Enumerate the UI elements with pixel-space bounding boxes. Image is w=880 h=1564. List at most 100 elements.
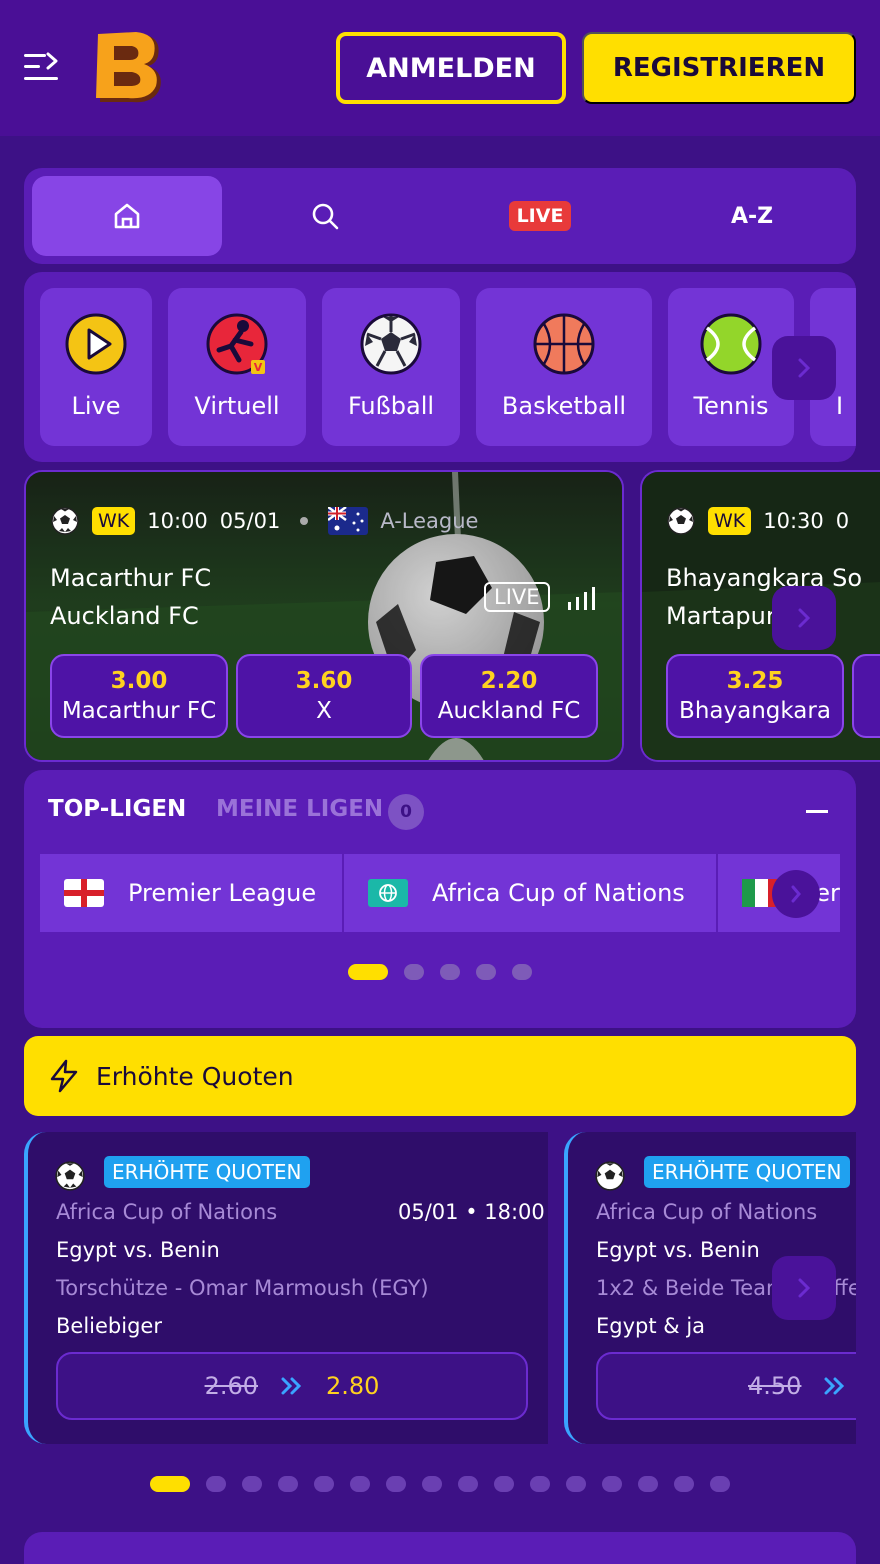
chevron-right-icon: [798, 1278, 811, 1298]
away-team: Auckland FC: [50, 602, 199, 630]
card-league: Africa Cup of Nations: [56, 1200, 278, 1224]
odds-button-draw[interactable]: [852, 654, 880, 738]
svg-text:V: V: [254, 361, 263, 374]
logo-icon: [96, 32, 161, 103]
odds-value: 3.60: [295, 668, 353, 694]
wk-badge: WK: [92, 507, 136, 535]
card-match: Egypt vs. Benin: [596, 1238, 760, 1262]
boosted-next-button[interactable]: [772, 1256, 836, 1320]
pager-dot[interactable]: [512, 964, 532, 980]
separator-dot: [300, 517, 309, 525]
odds-button-draw[interactable]: 3.60 X: [236, 654, 412, 738]
boosted-odds-button[interactable]: 4.50: [596, 1352, 856, 1420]
menu-button[interactable]: [22, 50, 60, 84]
boosted-odds-header[interactable]: Erhöhte Quoten: [24, 1036, 856, 1116]
basketball-icon: [533, 313, 595, 375]
sport-label: Virtuell: [194, 392, 280, 420]
pager-dot-active[interactable]: [348, 964, 388, 980]
card-selection: Beliebiger: [56, 1314, 162, 1338]
pager-dot[interactable]: [674, 1476, 694, 1492]
lightning-icon: [50, 1059, 78, 1093]
nav-search-tab[interactable]: [230, 176, 420, 256]
card-selection: Egypt & ja: [596, 1314, 706, 1338]
double-chevron-right-icon: [824, 1377, 845, 1395]
collapse-icon[interactable]: [806, 810, 828, 813]
match-time: 10:00: [147, 509, 208, 533]
odds-label: X: [316, 698, 332, 724]
divider: [342, 854, 344, 932]
leagues-next-button[interactable]: [772, 870, 820, 918]
home-team: Bhayangkara So: [666, 564, 863, 592]
sport-card-virtual[interactable]: V Virtuell: [168, 288, 306, 446]
sports-next-button[interactable]: [772, 336, 836, 400]
pager-dot[interactable]: [422, 1476, 442, 1492]
home-team: Macarthur FC: [50, 564, 212, 592]
matches-next-button[interactable]: [772, 586, 836, 650]
register-button[interactable]: REGISTRIEREN: [582, 32, 856, 104]
pager-dot[interactable]: [710, 1476, 730, 1492]
card-market: Torschütze - Omar Marmoush (EGY): [56, 1276, 429, 1300]
tab-top-leagues[interactable]: TOP-LIGEN: [48, 796, 186, 822]
signal-bars-icon: [568, 587, 595, 610]
sports-carousel: Live V Virtuell Fußball Basketball Tenni…: [24, 272, 856, 462]
sport-card-live[interactable]: Live: [40, 288, 152, 446]
soccer-ball-icon: [595, 1161, 625, 1191]
live-indicator: LIVE: [484, 582, 550, 612]
pager-dot[interactable]: [458, 1476, 478, 1492]
odds-button-away[interactable]: 2.20 Auckland FC: [420, 654, 598, 738]
boosted-odds-card[interactable]: ERHÖHTE QUOTEN Africa Cup of Nations 05/…: [24, 1132, 548, 1444]
boosted-odds-button[interactable]: 2.60 2.80: [56, 1352, 528, 1420]
match-meta: WK 10:30 0: [666, 506, 849, 536]
card-datetime: 05/01 • 18:00: [398, 1200, 545, 1224]
nav-live-tab[interactable]: LIVE: [440, 176, 640, 256]
featured-match-card[interactable]: WK 10:00 05/01 A-League Macarthur FC Auc…: [24, 470, 624, 762]
league-label: Africa Cup of Nations: [432, 879, 685, 907]
next-section-card: [24, 1532, 856, 1564]
pager-dot[interactable]: [440, 964, 460, 980]
pager-dot[interactable]: [206, 1476, 226, 1492]
pager-dot[interactable]: [638, 1476, 658, 1492]
brand-logo[interactable]: [88, 28, 168, 108]
pager-dot[interactable]: [404, 964, 424, 980]
england-flag-icon: [64, 879, 104, 907]
odds-button-home[interactable]: 3.00 Macarthur FC: [50, 654, 228, 738]
sport-card-basketball[interactable]: Basketball: [476, 288, 652, 446]
double-chevron-right-icon: [281, 1377, 302, 1395]
pager-dot[interactable]: [602, 1476, 622, 1492]
boosted-badge: ERHÖHTE QUOTEN: [644, 1156, 850, 1188]
pager-dot[interactable]: [494, 1476, 514, 1492]
pager-dot[interactable]: [242, 1476, 262, 1492]
odds-button-home[interactable]: 3.25 Bhayangkara: [666, 654, 844, 738]
login-button[interactable]: ANMELDEN: [336, 32, 566, 104]
pager-dot[interactable]: [476, 964, 496, 980]
pager-dot[interactable]: [566, 1476, 586, 1492]
home-icon: [114, 203, 140, 229]
featured-match-card[interactable]: WK 10:30 0 Bhayangkara So Martapura 3.25…: [640, 470, 880, 762]
tab-my-leagues[interactable]: MEINE LIGEN: [216, 796, 383, 822]
pager-dot[interactable]: [386, 1476, 406, 1492]
odds-value: 2.20: [480, 668, 538, 694]
match-time: 10:30: [763, 509, 824, 533]
nav-home-tab[interactable]: [32, 176, 222, 256]
divider: [716, 854, 718, 932]
sport-card-football[interactable]: Fußball: [322, 288, 460, 446]
match-date: 05/01: [219, 509, 281, 533]
pager-dot[interactable]: [314, 1476, 334, 1492]
nav-az-tab[interactable]: A-Z: [652, 176, 852, 256]
my-leagues-count-badge: 0: [388, 794, 424, 830]
pager-dot-active[interactable]: [150, 1476, 190, 1492]
old-odds: 2.60: [204, 1372, 258, 1400]
pager-dot[interactable]: [278, 1476, 298, 1492]
sport-label: Live: [71, 392, 121, 420]
match-date: 0: [835, 509, 850, 533]
pager-dot[interactable]: [350, 1476, 370, 1492]
menu-icon: [24, 52, 58, 80]
pager-dot[interactable]: [530, 1476, 550, 1492]
league-item-africa-cup[interactable]: Africa Cup of Nations: [368, 854, 685, 932]
odds-value: 3.25: [726, 668, 784, 694]
sport-label: Tennis: [693, 392, 769, 420]
sport-label: Basketball: [501, 392, 627, 420]
league-item-premier-league[interactable]: Premier League: [64, 854, 316, 932]
chevron-right-icon: [791, 885, 801, 903]
card-match: Egypt vs. Benin: [56, 1238, 220, 1262]
